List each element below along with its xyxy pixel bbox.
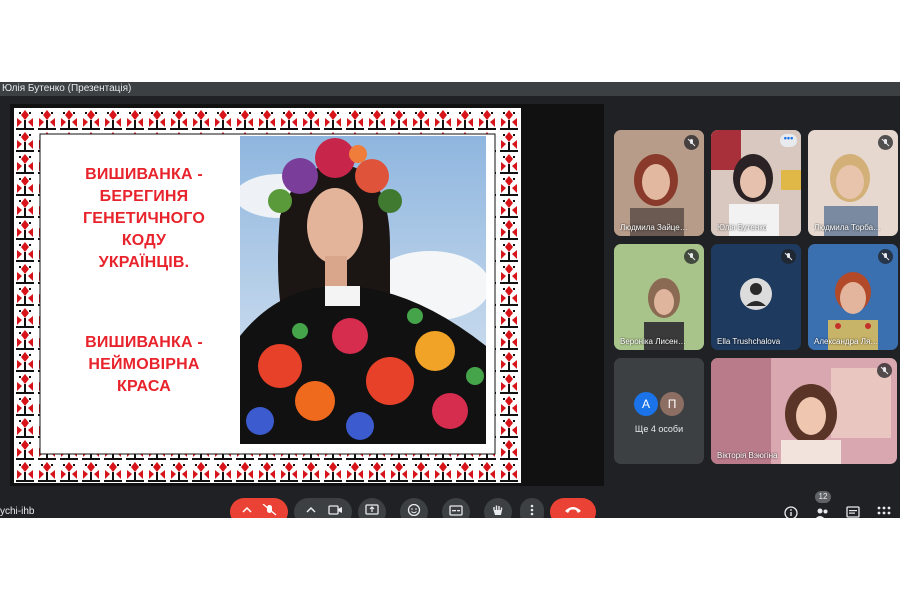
muted-mic-icon: [781, 249, 796, 264]
slide-photo: [240, 136, 486, 444]
captions-icon: [449, 505, 463, 516]
hand-icon: [493, 505, 503, 515]
slide-text-line: ВИШИВАНКА -: [85, 166, 203, 183]
avatar: А: [634, 392, 658, 416]
slide-text-line: ГЕНЕТИЧНОГО: [83, 210, 205, 227]
slide-heading-2: ВИШИВАНКА - НЕЙМОВІРНА КРАСА: [54, 332, 234, 398]
avatar: П: [660, 392, 684, 416]
people-icon[interactable]: [815, 506, 829, 518]
muted-mic-icon: [878, 135, 893, 150]
present-icon: [365, 504, 379, 515]
control-bar: ychi-ihb 12: [0, 491, 900, 518]
camera-toggle[interactable]: [294, 498, 352, 518]
muted-mic-icon: [877, 363, 892, 378]
participant-name: Людмила Зайце…: [620, 223, 688, 232]
muted-mic-icon: [684, 135, 699, 150]
muted-mic-icon: [684, 249, 699, 264]
slide-text-line: КРАСА: [117, 378, 171, 395]
more-participants-tile[interactable]: А П Ще 4 особи: [614, 358, 704, 464]
participant-tile[interactable]: Александра Ля…: [808, 244, 898, 350]
participant-name: Людмила Торба…: [814, 223, 882, 232]
meeting-code: ychi-ihb: [0, 506, 35, 517]
camera-icon: [306, 505, 342, 515]
participant-tile[interactable]: Ella Trushchalova: [711, 244, 801, 350]
participant-name: Вероніка Лисен…: [620, 337, 686, 346]
participant-tile[interactable]: Людмила Зайце…: [614, 130, 704, 236]
more-options-icon[interactable]: •••: [780, 134, 797, 147]
chat-icon[interactable]: [846, 506, 860, 518]
more-options-button[interactable]: [520, 498, 544, 518]
info-icon[interactable]: [784, 506, 798, 518]
people-count-badge: 12: [815, 491, 831, 503]
presenter-title: Юлія Бутенко (Презентація): [2, 83, 132, 94]
slide-text-line: ВИШИВАНКА -: [85, 334, 203, 351]
activities-icon[interactable]: [877, 506, 891, 518]
present-button[interactable]: [358, 498, 386, 518]
presentation-slide: ВИШИВАНКА - БЕРЕГИНЯ ГЕНЕТИЧНОГО КОДУ УК…: [14, 108, 521, 483]
captions-button[interactable]: [442, 498, 470, 518]
more-participants-label: Ще 4 особи: [634, 424, 684, 434]
meet-window: Юлія Бутенко (Презентація) ВИШИВАНКА - Б…: [0, 82, 900, 518]
hang-up-icon: [565, 507, 581, 513]
reactions-button[interactable]: [400, 498, 428, 518]
leave-call-button[interactable]: [550, 498, 596, 518]
mic-off-icon: [242, 504, 277, 516]
slide-text-line: КОДУ: [121, 232, 167, 249]
participant-name: Вікторія Вэюгіна: [717, 451, 778, 460]
raise-hand-button[interactable]: [484, 498, 512, 518]
participant-name: Александра Ля…: [814, 337, 879, 346]
participant-tile[interactable]: Вероніка Лисен…: [614, 244, 704, 350]
participant-tile[interactable]: ••• Юлія Бутенко: [711, 130, 801, 236]
muted-mic-icon: [878, 249, 893, 264]
participant-video: [711, 358, 897, 464]
participant-name: Ella Trushchalova: [717, 337, 781, 346]
slide-text-line: УКРАЇНЦІВ.: [98, 254, 190, 271]
presentation-stage[interactable]: ВИШИВАНКА - БЕРЕГИНЯ ГЕНЕТИЧНОГО КОДУ УК…: [10, 104, 604, 486]
slide-text-line: БЕРЕГИНЯ: [99, 188, 189, 205]
slide-text-line: НЕЙМОВІРНА: [88, 356, 200, 373]
participant-tile[interactable]: Вікторія Вэюгіна: [711, 358, 897, 464]
emoji-icon: [407, 504, 421, 516]
slide-heading-1: ВИШИВАНКА - БЕРЕГИНЯ ГЕНЕТИЧНОГО КОДУ УК…: [54, 164, 234, 274]
woman-in-vyshyvanka-image: [240, 136, 486, 444]
participant-tile[interactable]: Людмила Торба…: [808, 130, 898, 236]
presenter-bar: Юлія Бутенко (Презентація): [0, 82, 900, 96]
more-vert-icon: [530, 504, 534, 516]
participant-name: Юлія Бутенко: [717, 223, 768, 232]
microphone-toggle[interactable]: [230, 498, 288, 518]
